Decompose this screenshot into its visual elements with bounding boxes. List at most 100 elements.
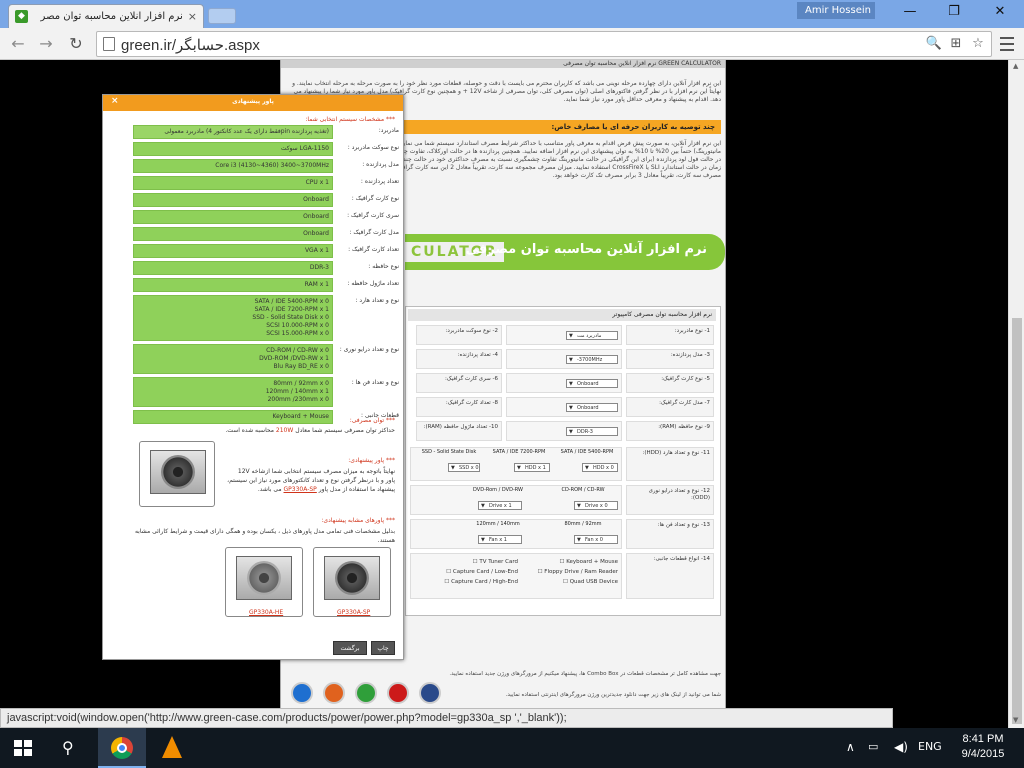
check-usb[interactable]: Quad USB Device [563,579,618,585]
label-odd: 12- نوع و تعداد درایو نوری (ODD): [626,485,714,515]
address-url[interactable]: green.ir/حسابگر.aspx [121,36,260,54]
scroll-down-icon[interactable]: ▼ [1013,716,1018,724]
similar-text: بدلیل مشخصات فنی تمامی مدل پاورهای ذیل ،… [134,528,395,544]
label-gpu-type: 5- نوع کارت گرافیک: [626,373,714,393]
suggest-model-link[interactable]: GP330A-SP [284,486,317,493]
select-gpu-type[interactable]: Onboard [566,379,618,388]
similar-psu-image-2[interactable] [225,547,303,617]
volume-icon[interactable]: ◀) [894,740,908,754]
spec-value-line: SSD - Solid State Disk x 0 [252,314,329,321]
popup-close-icon[interactable]: × [111,96,119,106]
similar-link-1[interactable]: GP330A-SP [337,609,370,616]
vlc-cone-icon [162,736,182,758]
network-icon[interactable]: ▭ [868,740,878,753]
minimize-button[interactable]: — [888,2,932,22]
select-cd-drive[interactable]: Drive x 0 [574,501,618,510]
search-icon[interactable]: ⚲ [62,738,74,757]
check-tv-tuner[interactable]: TV Tuner Card [473,559,518,565]
back-button[interactable]: ← [8,34,28,54]
start-windows-icon[interactable] [14,740,32,756]
new-tab-button[interactable] [208,8,236,24]
banner-persian: نرم افزار آنلاین محاسبه توان مصرفی [465,242,707,257]
maximize-button[interactable]: ❐ [932,2,976,22]
scroll-thumb[interactable] [1012,318,1022,724]
language-indicator[interactable]: ENG [918,740,942,753]
accessories-left[interactable]: TV Tuner Card Capture Card / Low-End Cap… [414,557,518,587]
label-gpu-series: 6- سری کارت گرافیک: [416,373,502,393]
spec-value-line: RAM x 1 [304,281,329,288]
ie-icon[interactable] [291,682,313,704]
print-button[interactable]: چاپ [371,641,395,655]
similar-heading: *** پاورهای مشابه پیشنهادی: [321,517,395,524]
select-fan-80[interactable]: Fan x 0 [574,535,618,544]
label-cpu-model: 3- مدل پردازنده: [626,349,714,369]
spec-value-4: Onboard [133,193,333,207]
safari-icon[interactable] [419,682,441,704]
browser-toolbar: ← → ↻ green.ir/حسابگر.aspx 🔍 ⊞ ☆ [0,28,1024,60]
tray-up-arrow-icon[interactable]: ∧ [846,740,855,754]
spec-value-line: SCSI 15.000-RPM x 0 [266,330,329,337]
label-fans: 13- نوع و تعداد فن ها: [626,519,714,549]
chrome-icon[interactable] [355,682,377,704]
check-floppy[interactable]: Floppy Drive / Ram Reader [538,569,618,575]
close-window-button[interactable]: ✕ [978,2,1022,22]
select-ssd[interactable]: SSD x 0 [448,463,480,472]
spec-value-line: مادربرد معمولی (فقط دارای یک عدد کانکتور… [164,128,329,135]
select-hdd-5400[interactable]: HDD x 0 [582,463,618,472]
spec-label-8: نوع حافظه : [368,263,399,270]
address-bar[interactable]: green.ir/حسابگر.aspx 🔍 ⊞ ☆ [96,31,992,57]
similar-link-2[interactable]: GP330A-HE [249,609,283,616]
select-dvd-drive[interactable]: Drive x 1 [478,501,522,510]
zoom-icon[interactable]: 🔍 [925,35,943,53]
page-icon[interactable] [103,37,115,51]
browser-download-icons [291,682,441,704]
fan-col-120: 120mm / 140mm [476,521,520,527]
spec-label-1: نوع سوکت مادربرد : [347,144,399,151]
taskbar-chrome[interactable] [98,728,146,768]
firefox-icon[interactable] [323,682,345,704]
popup-header: پاور پیشنهادی × [103,95,403,111]
select-fan-120[interactable]: Fan x 1 [478,535,522,544]
spec-label-5: سری کارت گرافیک : [347,212,399,219]
spec-label-6: مدل کارت گرافیک : [349,229,399,236]
similar-psu-image-1[interactable] [313,547,391,617]
select-cpu-model[interactable]: -3700MHz [566,355,618,364]
translate-icon[interactable]: ⊞ [947,35,965,53]
page-scrollbar[interactable]: ▲ ▼ [1008,60,1024,728]
label-socket: 2- نوع سوکت مادربرد: [416,325,502,345]
select-gpu-model[interactable]: Onboard [566,403,618,412]
check-capture-high[interactable]: Capture Card / High-End [444,579,518,585]
hdd-col-7200: SATA / IDE 7200-RPM [492,449,546,455]
profile-name[interactable]: Amir Hossein [797,2,875,19]
select-ram-type[interactable]: DDR-3 [566,427,618,436]
forward-button[interactable]: → [36,34,56,54]
taskbar-vlc[interactable] [148,728,196,768]
scroll-up-icon[interactable]: ▲ [1013,62,1018,70]
back-popup-button[interactable]: برگشت [333,641,367,655]
form-title: نرم افزار محاسبه توان مصرفی کامپیوتر [408,309,716,321]
accessories-right[interactable]: Keyboard + Mouse Floppy Drive / Ram Read… [526,557,618,587]
bookmark-star-icon[interactable]: ☆ [969,35,987,53]
suggest-text: نهایتاً باتوجه به میزان مصرف سیستم انتخا… [227,467,395,494]
tab-close-icon[interactable]: × [188,10,197,23]
spec-value-line: SATA / IDE 7200-RPM x 1 [254,306,329,313]
select-hdd-7200[interactable]: HDD x 1 [514,463,550,472]
calculator-form: نرم افزار محاسبه توان مصرفی کامپیوتر 1- … [405,306,721,616]
tab-calculator[interactable]: ◆ نرم افزار آنلاین محاسبه توان مصر × [8,4,204,28]
opera-icon[interactable] [387,682,409,704]
check-keyboard[interactable]: Keyboard + Mouse [560,559,619,565]
reload-button[interactable]: ↻ [66,34,86,54]
power-text-a: حداکثر توان مصرفی سیستم شما معادل [295,427,395,434]
check-capture-low[interactable]: Capture Card / Low-End [446,569,518,575]
label-gpu-model: 7- مدل کارت گرافیک: [626,397,714,417]
footer-line-1: جهت مشاهده کامل تر مشخصات قطعات در Combo… [449,671,721,677]
chrome-menu-icon[interactable] [998,33,1016,55]
suggest-heading: *** پاور پیشنهادی: [348,457,395,464]
clock-time: 8:41 PM [962,733,1004,745]
odd-col-dvd: DVD-Rom / DVD-RW [473,487,523,493]
clock-date: 9/4/2015 [961,748,1005,760]
spec-value-line: 200mm /230mm x 0 [267,396,329,403]
select-motherboard[interactable]: مادربرد مت [566,331,618,340]
suggested-psu-image[interactable] [139,441,215,507]
taskbar-clock[interactable]: 8:41 PM 9/4/2015 [958,732,1008,762]
